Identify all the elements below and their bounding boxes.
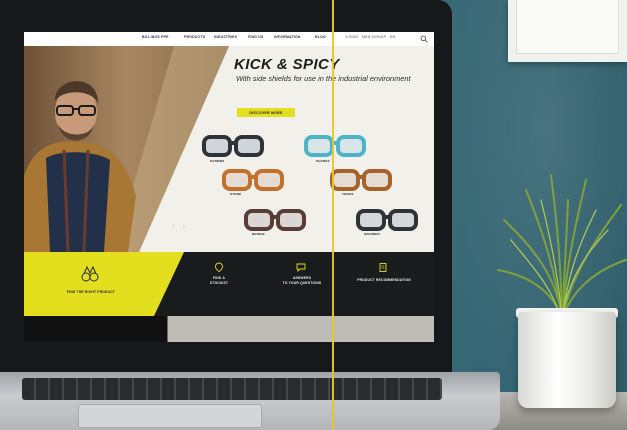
nav-link-industries[interactable]: INDUSTRIES [214,35,237,39]
laptop-trackpad [78,404,262,428]
glasses-frame-brown [244,209,306,231]
picture-frame [508,0,627,62]
feature-product-recommendation[interactable]: PRODUCT RECOMMENDATION [350,278,418,283]
glasses-label: SPANNER [364,232,380,236]
glasses-label: STONE [230,192,242,196]
laptop-screen: BILLINGS PPE PRODUCTS INDUSTRIES FIND US… [24,32,434,342]
feature-find-stockist[interactable]: FIND A STOCKIST [198,276,240,285]
chat-icon [296,263,306,272]
glasses-label: TONGS [342,192,354,196]
plant-leaves [497,174,627,320]
glasses-frame-black [202,135,264,157]
glasses-collection [202,135,418,231]
nav-link-signup[interactable]: MEN SIGNUP [362,35,386,39]
photo-scene: BILLINGS PPE PRODUCTS INDUSTRIES FIND US… [0,0,627,430]
nav-link-products[interactable]: PRODUCTS [184,35,205,39]
glasses-label: SCREWS [210,159,225,163]
picture-frame-mat [516,0,619,54]
glasses-frame-teal [304,135,366,157]
binoculars-icon [81,265,99,282]
discover-more-button[interactable]: DISCOVER MORE [237,108,295,117]
carousel-next-arrow[interactable]: › [182,221,186,233]
glasses-frame-tortoise-1 [222,169,284,191]
hero-subtitle: With side shields for use in the industr… [236,74,411,83]
feature-find-product[interactable]: FIND THE RIGHT PRODUCT [56,290,126,295]
glasses-label: SHADES [316,159,330,163]
nav-link-billings[interactable]: BILLINGS PPE [142,35,169,39]
nav-link-language[interactable]: EN [390,35,395,39]
hero-banner: KICK & SPICY With side shields for use i… [24,46,434,252]
glasses-label: BRIDGE [252,232,265,236]
footer-concrete-texture [24,316,434,342]
nav-link-information[interactable]: INFORMATION [274,35,301,39]
search-icon[interactable] [420,35,428,43]
glasses-frame-dark [356,209,418,231]
nav-link-find-us[interactable]: FIND US [248,35,263,39]
glasses-frame-tortoise-2 [330,169,392,191]
white-plant-pot [518,312,616,408]
nav-link-login[interactable]: LOGIN [346,35,358,39]
laptop-lid: BILLINGS PPE PRODUCTS INDUSTRIES FIND US… [0,0,452,372]
laptop-keyboard [22,378,442,400]
yellow-vertical-line [332,0,334,430]
nav-link-blog[interactable]: BLOG [315,35,326,39]
hero-title: KICK & SPICY [234,56,340,73]
clipboard-icon [379,263,387,272]
feature-answers[interactable]: ANSWERS TO YOUR QUESTIONS [276,276,328,285]
location-pin-icon [215,262,223,272]
site-navigation: BILLINGS PPE PRODUCTS INDUSTRIES FIND US… [24,32,434,47]
feature-strip: FIND THE RIGHT PRODUCT FIND A STOCKIST A… [24,252,434,316]
carousel-prev-arrow[interactable]: ‹ [172,221,176,233]
